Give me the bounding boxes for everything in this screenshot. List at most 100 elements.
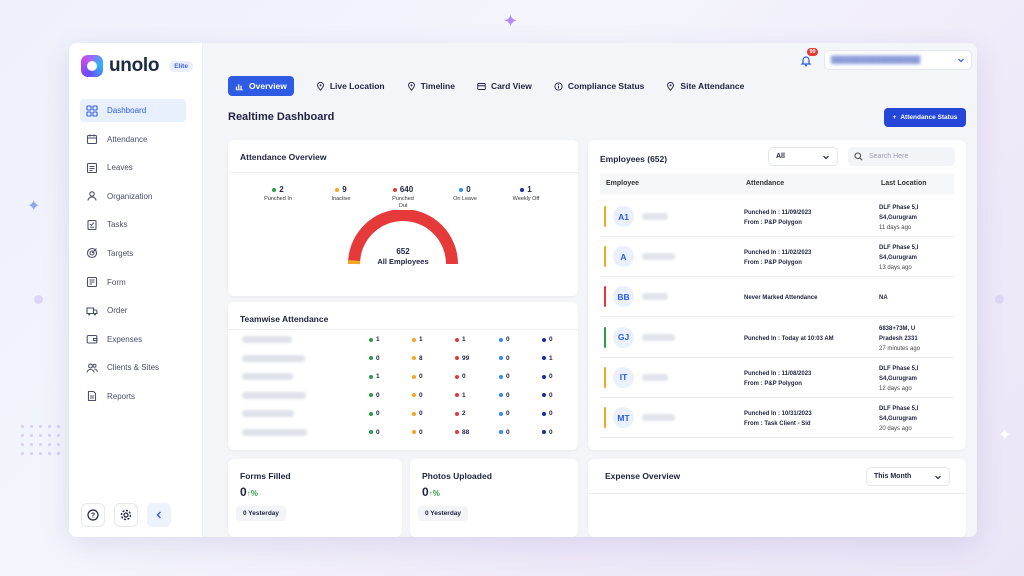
attendance-source: From : P&P Polygon — [744, 380, 802, 387]
help-button[interactable]: ? — [81, 503, 105, 527]
grid-icon — [86, 104, 98, 117]
app-name: unolo — [109, 55, 160, 76]
status-bar — [604, 286, 606, 308]
user-account-menu[interactable]: ██████████████████ — [824, 50, 972, 70]
bell-icon[interactable] — [799, 54, 813, 68]
employee-search-input[interactable]: Search Here — [848, 147, 955, 166]
status-dot — [455, 374, 459, 379]
tab-site-attendance[interactable]: Site Attendance — [666, 76, 744, 96]
team-value: 0 — [499, 392, 510, 399]
form-icon — [86, 276, 98, 288]
team-name-blurred — [242, 391, 306, 399]
tab-timeline[interactable]: Timeline — [407, 76, 455, 96]
location-time-ago: 12 days ago — [879, 385, 912, 392]
team-count: 0 — [462, 373, 466, 380]
user-icon — [86, 190, 98, 202]
table-row[interactable]: MT Punched In : 10/31/2023 From : Task Cli… — [600, 398, 954, 438]
sidebar-item-reports[interactable]: Reports — [80, 385, 186, 408]
pin-icon — [407, 81, 415, 91]
team-count: 0 — [506, 354, 510, 362]
table-row[interactable]: BB Never Marked Attendance NA — [600, 277, 954, 318]
sidebar-item-expenses[interactable]: Expenses — [80, 328, 186, 351]
search-icon — [854, 152, 863, 161]
attendance-overview-card: Attendance Overview 2 Punched In 9 Inactive… — [228, 140, 578, 296]
sidebar-item-order[interactable]: Order — [80, 299, 186, 322]
svg-text:?: ? — [91, 513, 95, 520]
sidebar-item-label: Leaves — [107, 163, 133, 173]
info-icon — [554, 81, 563, 91]
stat-punched-out: 640 Punched Out — [373, 185, 433, 210]
attendance-line: Punched In : 11/02/2023 — [744, 250, 812, 257]
status-bar — [604, 407, 606, 428]
tab-compliance-status[interactable]: Compliance Status — [554, 76, 644, 96]
team-count: 1 — [549, 354, 553, 362]
photos-uploaded-value: 0↑% — [422, 485, 440, 499]
team-count: 0 — [376, 391, 380, 399]
forms-filled-yesterday: 0 Yesterday — [236, 506, 287, 521]
sidebar-item-organization[interactable]: Organization — [80, 185, 186, 208]
chevron-left-icon — [156, 511, 161, 519]
employees-card: Employees (652) All Search Here Employee… — [588, 140, 966, 450]
sidebar-item-tasks[interactable]: Tasks — [80, 213, 186, 236]
sidebar-item-attendance[interactable]: Attendance — [80, 128, 186, 151]
collapse-sidebar-button[interactable] — [147, 503, 171, 527]
team-value: 0 — [542, 336, 553, 343]
photos-uploaded-card: Photos Uploaded 0↑% 0 Yesterday — [410, 459, 578, 537]
tab-live-location[interactable]: Live Location — [316, 76, 385, 96]
expense-period-select[interactable]: This Month — [866, 467, 950, 486]
team-count: 0 — [419, 373, 423, 380]
attendance-status-button[interactable]: + Attendance Status — [884, 108, 966, 127]
team-count: 0 — [506, 336, 510, 343]
status-dot — [459, 187, 464, 192]
team-row: 1 1 1 0 0 — [242, 336, 562, 348]
team-count: 0 — [506, 410, 510, 417]
team-count: 0 — [419, 428, 423, 436]
status-dot — [542, 430, 546, 434]
status-dot — [455, 337, 459, 342]
status-dot — [542, 411, 546, 416]
status-dot — [455, 356, 459, 360]
sidebar-item-targets[interactable]: Targets — [80, 242, 186, 265]
table-row[interactable]: IT Punched In : 11/08/2023 From : P&P Poly… — [600, 358, 954, 398]
avatar: IT — [613, 366, 634, 388]
sidebar-item-form[interactable]: Form — [80, 271, 186, 294]
teamwise-attendance-card: Teamwise Attendance 1 1 1 0 0 0 8 99 0 1 1 0 0 0 0 0 0 1 0… — [228, 302, 578, 450]
sidebar-item-leaves[interactable]: Leaves — [80, 156, 186, 179]
location-line: NA — [879, 295, 888, 302]
employee-name-blurred — [642, 414, 675, 421]
status-dot — [499, 430, 503, 434]
table-row[interactable]: A Punched In : 11/02/2023 From : P&P Polyg… — [600, 237, 954, 278]
sidebar-item-clients-sites[interactable]: Clients & Sites — [80, 356, 186, 379]
tab-card-view[interactable]: Card View — [477, 76, 532, 96]
status-dot — [369, 411, 373, 416]
page-title: Realtime Dashboard — [228, 111, 335, 123]
location-time-ago: 20 days ago — [879, 426, 912, 432]
team-count: 0 — [376, 410, 380, 417]
status-dot — [412, 430, 416, 434]
team-value: 1 — [455, 336, 466, 343]
status-dot — [272, 187, 277, 192]
status-dot — [412, 356, 416, 360]
team-count: 0 — [506, 428, 510, 436]
team-value: 88 — [455, 429, 469, 436]
stat-label: Punched In — [264, 196, 292, 202]
leaves-icon — [86, 162, 98, 173]
team-count: 0 — [419, 410, 423, 417]
stat-label: Inactive — [331, 196, 351, 202]
tab-overview[interactable]: Overview — [228, 76, 294, 96]
status-dot — [542, 356, 546, 360]
app-window: unolo Elite Dashboard Attendance Leaves Org… — [69, 43, 977, 537]
sidebar-item-dashboard[interactable]: Dashboard — [80, 99, 186, 122]
attendance-info: Never Marked Attendance — [744, 293, 817, 303]
tasks-icon — [87, 219, 97, 230]
team-count: 99 — [462, 354, 470, 362]
team-count: 0 — [419, 391, 423, 399]
table-row[interactable]: A1 Punched In : 11/09/2023 From : P&P Poly… — [600, 197, 954, 237]
avatar: MT — [613, 407, 634, 428]
team-value: 0 — [499, 373, 510, 380]
location-line: DLF Phase 5,I — [879, 205, 919, 211]
employee-filter-select[interactable]: All — [768, 147, 838, 166]
settings-button[interactable] — [114, 503, 138, 527]
table-row[interactable]: GJ Punched In : Today at 10:03 AM 6838+73M… — [600, 318, 954, 358]
help-icon: ? — [87, 509, 99, 521]
